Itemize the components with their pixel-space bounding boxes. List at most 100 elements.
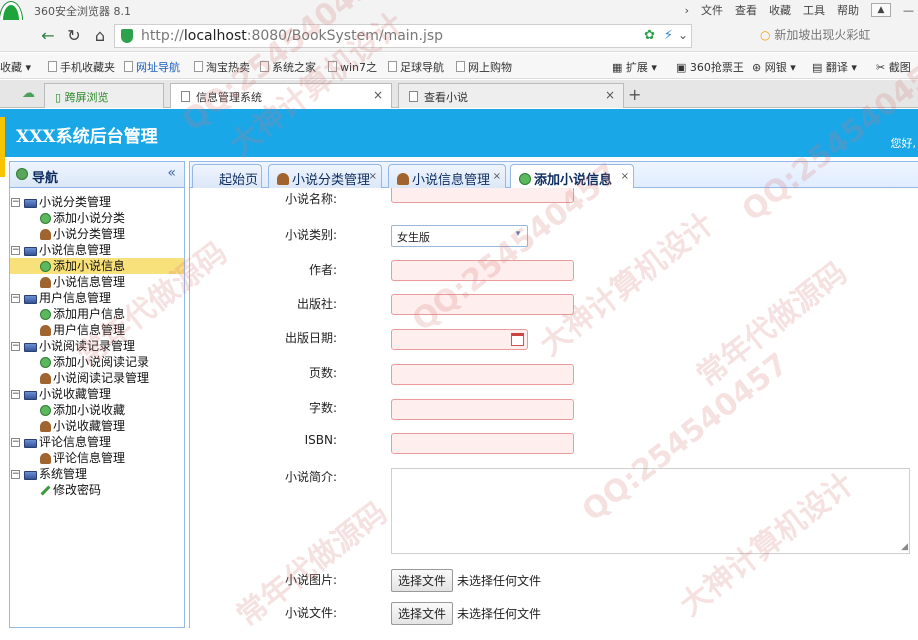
calendar-icon[interactable]	[511, 333, 524, 346]
fav-football[interactable]: 足球导航	[388, 59, 444, 75]
refresh-icon[interactable]: ↻	[64, 26, 84, 45]
greeting-text: 您好,	[890, 137, 917, 150]
tree-item[interactable]: 修改密码	[10, 482, 184, 498]
add-icon	[40, 213, 51, 224]
tree-group[interactable]: − 评论信息管理	[10, 434, 184, 450]
user-icon	[277, 173, 289, 185]
tree-group[interactable]: − 用户信息管理	[10, 290, 184, 306]
image-file-status: 未选择任何文件	[457, 574, 542, 588]
collapse-toggle-icon[interactable]: −	[11, 470, 20, 479]
url-field[interactable]: http://localhost:8080/BookSystem/main.js…	[114, 24, 692, 48]
chevron-right-icon[interactable]: ›	[685, 4, 689, 17]
tab-novel-manage[interactable]: 小说信息管理 ×	[388, 164, 506, 189]
collapse-toggle-icon[interactable]: −	[11, 342, 20, 351]
nav-sidebar: 导航 « − 小说分类管理 添加小说分类 小说分类管理 − 小说信息管理 添加小说信息 小说信…	[9, 161, 185, 628]
publish-date-input[interactable]	[391, 329, 528, 350]
collapse-toggle-icon[interactable]: −	[11, 390, 20, 399]
choose-image-button[interactable]: 选择文件	[391, 569, 454, 592]
fav-mobile[interactable]: 手机收藏夹	[48, 59, 115, 75]
shirt-icon[interactable]: ▲	[871, 3, 891, 17]
tree-group[interactable]: − 小说分类管理	[10, 194, 184, 210]
menu-file[interactable]: 文件	[701, 2, 723, 18]
publisher-input[interactable]	[391, 294, 574, 315]
fav-xitong[interactable]: 系统之家	[260, 59, 316, 75]
pages-input[interactable]	[391, 364, 574, 385]
close-icon[interactable]: ×	[605, 88, 615, 102]
tree-group[interactable]: − 小说收藏管理	[10, 386, 184, 402]
tree-group[interactable]: − 小说阅读记录管理	[10, 338, 184, 354]
bank-button[interactable]: ⊛ 网银 ▾	[752, 59, 796, 75]
tab-add-novel[interactable]: 添加小说信息 ×	[510, 164, 634, 190]
image-file-input[interactable]: 选择文件 未选择任何文件	[391, 569, 541, 592]
fav-taobao[interactable]: 淘宝热卖	[194, 59, 250, 75]
author-input[interactable]	[391, 260, 574, 281]
resize-grip-icon: ◢	[901, 542, 908, 552]
collapse-toggle-icon[interactable]: −	[11, 294, 20, 303]
url-path: :8080/BookSystem/main.jsp	[246, 28, 444, 44]
tree-item[interactable]: 添加小说分类	[10, 210, 184, 226]
words-input[interactable]	[391, 399, 574, 420]
tree-item[interactable]: 添加小说阅读记录	[10, 354, 184, 370]
novel-name-input[interactable]	[391, 188, 574, 203]
tab-info-system[interactable]: 信息管理系统 ×	[170, 83, 392, 108]
tree-item[interactable]: 小说收藏管理	[10, 418, 184, 434]
close-icon[interactable]: ×	[621, 171, 629, 182]
fav-win7[interactable]: win7之	[328, 59, 377, 75]
intro-textarea[interactable]: ◢	[391, 468, 910, 554]
menu-help[interactable]: 帮助	[837, 2, 859, 18]
tab-cross-screen[interactable]: ▯ 跨屏浏览	[44, 83, 164, 108]
app-title: XXX系统后台管理	[16, 127, 158, 147]
tree-item[interactable]: 添加用户信息	[10, 306, 184, 322]
compat-mode-icon[interactable]: ✿	[644, 28, 655, 43]
close-icon[interactable]: ×	[369, 171, 377, 182]
search-box[interactable]: ○ 新加坡出现火彩虹	[760, 26, 918, 48]
words-label: 字数:	[308, 401, 337, 415]
tree-item[interactable]: 添加小说信息	[10, 258, 184, 274]
sidebar-header: 导航 «	[10, 162, 184, 188]
tree-item[interactable]: 小说阅读记录管理	[10, 370, 184, 386]
screenshot-button[interactable]: ✂ 截图	[876, 59, 911, 75]
add-icon	[40, 261, 51, 272]
ticket-button[interactable]: ▣ 360抢票王	[676, 59, 744, 75]
cloud-icon[interactable]: ☁	[22, 86, 35, 101]
fav-shopping[interactable]: 网上购物	[456, 59, 512, 75]
tree-item[interactable]: 评论信息管理	[10, 450, 184, 466]
edge-indicator	[0, 117, 5, 177]
isbn-input[interactable]	[391, 433, 574, 454]
collapse-toggle-icon[interactable]: −	[11, 198, 20, 207]
tab-view-novel[interactable]: 查看小说 ×	[398, 83, 624, 108]
menu-favorites[interactable]: 收藏	[769, 2, 791, 18]
collapse-icon[interactable]: «	[167, 165, 176, 181]
menu-view[interactable]: 查看	[735, 2, 757, 18]
fav-favorites[interactable]: 收藏 ▾	[0, 59, 31, 75]
lightning-icon[interactable]: ⚡	[664, 28, 673, 43]
tree-item[interactable]: 小说信息管理	[10, 274, 184, 290]
minimize-button[interactable]: —	[903, 4, 914, 17]
fav-nav[interactable]: 网址导航	[124, 59, 180, 75]
category-select[interactable]: 女生版 ▾	[391, 225, 528, 247]
close-icon[interactable]: ×	[493, 171, 501, 182]
collapse-toggle-icon[interactable]: −	[11, 438, 20, 447]
user-icon	[40, 421, 51, 432]
back-arrow-icon[interactable]: ←	[38, 26, 58, 45]
tree-item[interactable]: 小说分类管理	[10, 226, 184, 242]
tree-group[interactable]: − 小说信息管理	[10, 242, 184, 258]
choose-file-button[interactable]: 选择文件	[391, 602, 454, 625]
tab-category-manage[interactable]: 小说分类管理 ×	[268, 164, 382, 189]
tree-group[interactable]: − 系统管理	[10, 466, 184, 482]
close-icon[interactable]: ×	[373, 88, 383, 102]
tab-home[interactable]: 起始页	[192, 164, 262, 189]
search-suggestion: 新加坡出现火彩虹	[774, 28, 871, 42]
extensions-button[interactable]: ▦ 扩展 ▾	[612, 59, 657, 75]
tree-item[interactable]: 添加小说收藏	[10, 402, 184, 418]
page-icon	[194, 61, 203, 72]
tree-item[interactable]: 用户信息管理	[10, 322, 184, 338]
tree-label: 系统管理	[39, 467, 88, 481]
novel-file-input[interactable]: 选择文件 未选择任何文件	[391, 602, 541, 625]
menu-tools[interactable]: 工具	[803, 2, 825, 18]
collapse-toggle-icon[interactable]: −	[11, 246, 20, 255]
home-icon[interactable]: ⌂	[90, 26, 110, 45]
chevron-down-icon[interactable]: ⌄	[678, 28, 688, 42]
translate-button[interactable]: ▤ 翻译 ▾	[812, 59, 857, 75]
new-tab-button[interactable]: +	[628, 85, 641, 104]
